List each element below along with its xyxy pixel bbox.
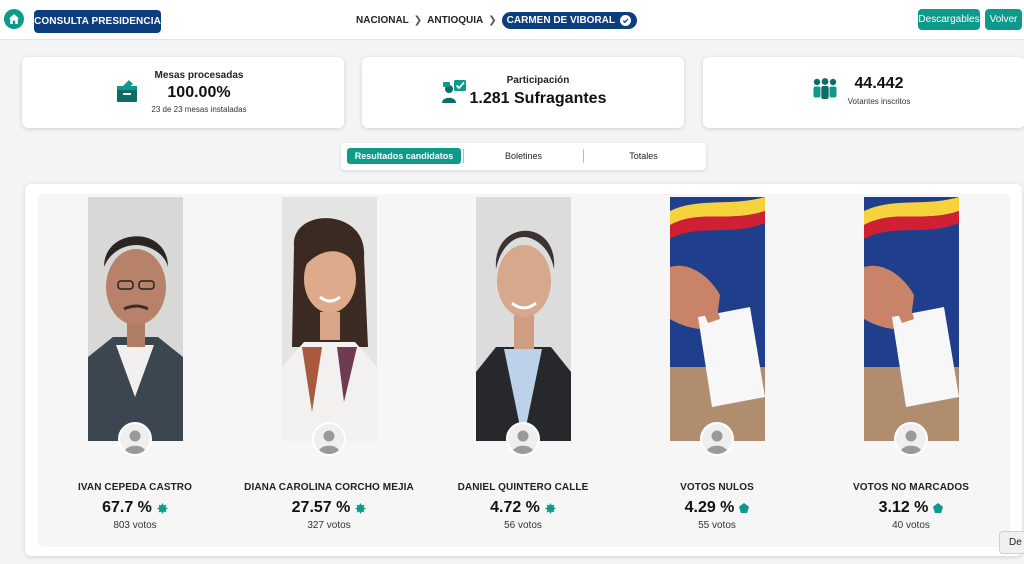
percentage-value: 3.12 % xyxy=(878,499,929,516)
candidate-card[interactable]: DANIEL QUINTERO CALLE 4.72 % 56 votos xyxy=(426,194,620,547)
ballot-photo xyxy=(670,197,765,441)
candidate-percentage: 67.7 % xyxy=(38,499,232,517)
breadcrumb-nacional[interactable]: NACIONAL xyxy=(356,15,409,26)
candidate-percentage: 4.72 % xyxy=(426,499,620,517)
top-bar: CONSULTA PRESIDENCIA NACIONAL ❯ ANTIOQUI… xyxy=(0,0,1024,40)
star-badge-icon xyxy=(355,502,367,514)
participacion-card: Participación 1.281 Sufragantes xyxy=(362,57,684,128)
candidate-percentage: 4.29 % xyxy=(620,499,814,517)
descargables-button[interactable]: Descargables xyxy=(918,9,980,30)
ballot-photo xyxy=(864,197,959,441)
results-tabs: Resultados candidatos Boletines Totales xyxy=(341,143,706,170)
votantes-sub: Votantes inscritos xyxy=(847,97,911,106)
breadcrumb-active-label: CARMEN DE VIBORAL xyxy=(506,14,616,26)
star-badge-icon xyxy=(156,502,168,514)
tab-boletines[interactable]: Boletines xyxy=(466,148,581,164)
tab-divider xyxy=(583,149,584,163)
tab-totales[interactable]: Totales xyxy=(586,148,701,164)
pentagon-badge-icon xyxy=(739,503,750,513)
candidate-percentage: 27.57 % xyxy=(232,499,426,517)
candidates-container: IVAN CEPEDA CASTRO 67.7 % 803 votos DIAN… xyxy=(38,194,1010,547)
chevron-right-icon: ❯ xyxy=(413,14,423,26)
candidate-photo xyxy=(476,197,571,441)
candidate-card[interactable]: VOTOS NO MARCADOS 3.12 % 40 votos xyxy=(814,194,1008,547)
consulta-presidencia-button[interactable]: CONSULTA PRESIDENCIA xyxy=(34,10,161,33)
chevron-right-icon: ❯ xyxy=(488,14,497,26)
votantes-value: 44.442 xyxy=(854,75,904,92)
tab-divider xyxy=(463,149,464,163)
mesas-procesadas-card: Mesas procesadas 100.00% 23 de 23 mesas … xyxy=(22,57,344,128)
pentagon-badge-icon xyxy=(933,503,944,513)
home-icon xyxy=(9,14,19,24)
percentage-value: 67.7 % xyxy=(102,499,152,516)
candidate-votes: 803 votos xyxy=(113,520,157,531)
candidate-card[interactable]: VOTOS NULOS 4.29 % 55 votos xyxy=(620,194,814,547)
candidate-name: IVAN CEPEDA CASTRO xyxy=(77,482,193,493)
tab-resultados-candidatos[interactable]: Resultados candidatos xyxy=(347,148,461,164)
avatar xyxy=(894,422,928,456)
candidate-photo xyxy=(88,197,183,441)
breadcrumb-carmen-de-viboral[interactable]: CARMEN DE VIBORAL xyxy=(501,11,638,29)
candidate-votes: 327 votos xyxy=(307,520,351,531)
candidate-card[interactable]: DIANA CAROLINA CORCHO MEJIA 27.57 % 327 … xyxy=(232,194,426,547)
results-panel: IVAN CEPEDA CASTRO 67.7 % 803 votos DIAN… xyxy=(25,184,1022,556)
candidate-votes: 56 votos xyxy=(504,520,542,531)
avatar xyxy=(118,422,152,456)
candidate-votes: 40 votos xyxy=(892,520,930,531)
candidate-card[interactable]: IVAN CEPEDA CASTRO 67.7 % 803 votos xyxy=(38,194,232,547)
star-badge-icon xyxy=(544,502,556,514)
mesas-title: Mesas procesadas xyxy=(154,70,244,81)
breadcrumb: NACIONAL ❯ ANTIOQUIA ❯ CARMEN DE VIBORAL xyxy=(356,11,638,29)
percentage-value: 4.29 % xyxy=(684,499,735,516)
votantes-inscritos-card: 44.442 Votantes inscritos xyxy=(703,57,1024,128)
home-button[interactable] xyxy=(4,9,24,29)
avatar xyxy=(312,422,346,456)
candidate-photo xyxy=(282,197,377,441)
breadcrumb-antioquia[interactable]: ANTIOQUIA xyxy=(427,15,483,26)
candidate-name: VOTOS NULOS xyxy=(680,482,754,493)
percentage-value: 27.57 % xyxy=(291,499,351,516)
avatar xyxy=(700,422,734,456)
volver-button[interactable]: Volver xyxy=(985,9,1022,30)
check-circle-icon xyxy=(620,14,632,26)
percentage-value: 4.72 % xyxy=(490,499,540,516)
floating-button[interactable]: De xyxy=(999,531,1024,554)
mesas-sub: 23 de 23 mesas instaladas xyxy=(151,105,247,114)
candidate-name: VOTOS NO MARCADOS xyxy=(853,482,969,493)
candidate-name: DIANA CAROLINA CORCHO MEJIA xyxy=(244,482,414,493)
participacion-title: Participación xyxy=(506,75,570,86)
candidate-votes: 55 votos xyxy=(698,520,736,531)
candidate-name: DANIEL QUINTERO CALLE xyxy=(457,482,589,493)
mesas-value: 100.00% xyxy=(167,84,231,101)
candidate-percentage: 3.12 % xyxy=(814,499,1008,517)
participacion-value: 1.281 Sufragantes xyxy=(469,90,607,107)
avatar xyxy=(506,422,540,456)
